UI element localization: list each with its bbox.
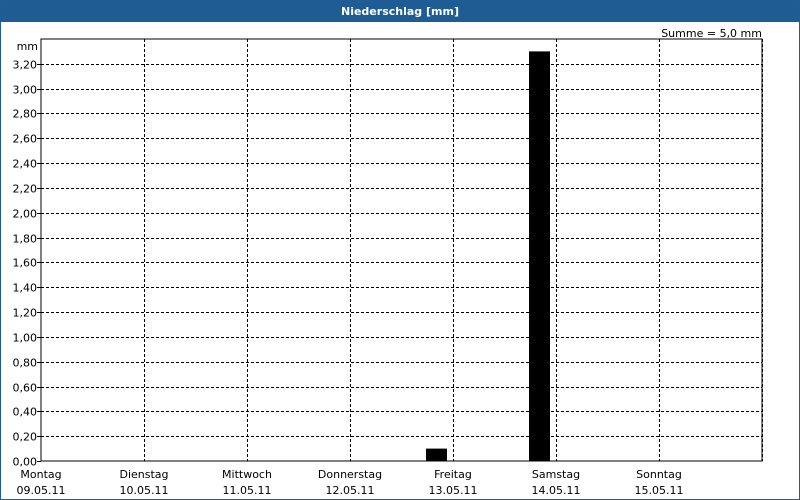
y-tick-label: 2,60 bbox=[13, 133, 38, 146]
x-tick-date-label: 12.05.11 bbox=[326, 484, 375, 497]
x-tick-date-label: 14.05.11 bbox=[532, 484, 581, 497]
x-tick-date-label: 10.05.11 bbox=[120, 484, 169, 497]
x-tick-day-label: Freitag bbox=[434, 468, 472, 481]
y-tick-label: 3,00 bbox=[13, 84, 38, 97]
x-tick-date-label: 15.05.11 bbox=[635, 484, 684, 497]
y-tick-label: 2,00 bbox=[13, 208, 38, 221]
y-tick-label: 1,00 bbox=[13, 332, 38, 345]
bars bbox=[426, 51, 550, 462]
x-tick-date-label: 09.05.11 bbox=[17, 484, 66, 497]
y-tick-label: 1,20 bbox=[13, 307, 38, 320]
y-tick-label: 0,40 bbox=[13, 406, 38, 419]
grid bbox=[41, 39, 763, 461]
y-ticks: 0,00 0,20 0,40 0,60 0,80 1,00 1,20 1,40 1,60 1,80… bbox=[13, 59, 41, 469]
precipitation-chart: mm 0,00 0,20 0,40 0,60 0,80 1,00 1,20 1,40 1,60 1… bbox=[13, 38, 763, 497]
y-tick-label: 0,60 bbox=[13, 382, 38, 395]
y-tick-label: 1,80 bbox=[13, 233, 38, 246]
y-tick-label: 0,00 bbox=[13, 456, 38, 469]
x-tick-day-label: Montag bbox=[20, 468, 61, 481]
y-tick-label: 2,40 bbox=[13, 158, 38, 171]
y-tick-label: 2,20 bbox=[13, 183, 38, 196]
y-tick-label: 1,60 bbox=[13, 257, 38, 270]
x-tick-date-label: 13.05.11 bbox=[429, 484, 478, 497]
y-axis-unit-label: mm bbox=[17, 40, 38, 53]
y-tick-label: 3,20 bbox=[13, 59, 38, 72]
x-tick-date-label: 11.05.11 bbox=[223, 484, 272, 497]
x-tick-day-label: Sonntag bbox=[636, 468, 682, 481]
y-tick-label: 0,20 bbox=[13, 431, 38, 444]
x-tick-day-label: Mittwoch bbox=[222, 468, 272, 481]
x-tick-day-label: Dienstag bbox=[119, 468, 168, 481]
bar bbox=[426, 448, 447, 461]
x-tick-day-label: Donnerstag bbox=[318, 468, 382, 481]
y-tick-label: 2,80 bbox=[13, 108, 38, 121]
bar bbox=[529, 51, 550, 462]
plot-area-border bbox=[40, 38, 763, 462]
x-ticks: Montag 09.05.11 Dienstag 10.05.11 Mittwoch 11… bbox=[17, 468, 684, 497]
x-tick-day-label: Samstag bbox=[532, 468, 580, 481]
y-tick-label: 1,40 bbox=[13, 282, 38, 295]
y-tick-label: 0,80 bbox=[13, 357, 38, 370]
